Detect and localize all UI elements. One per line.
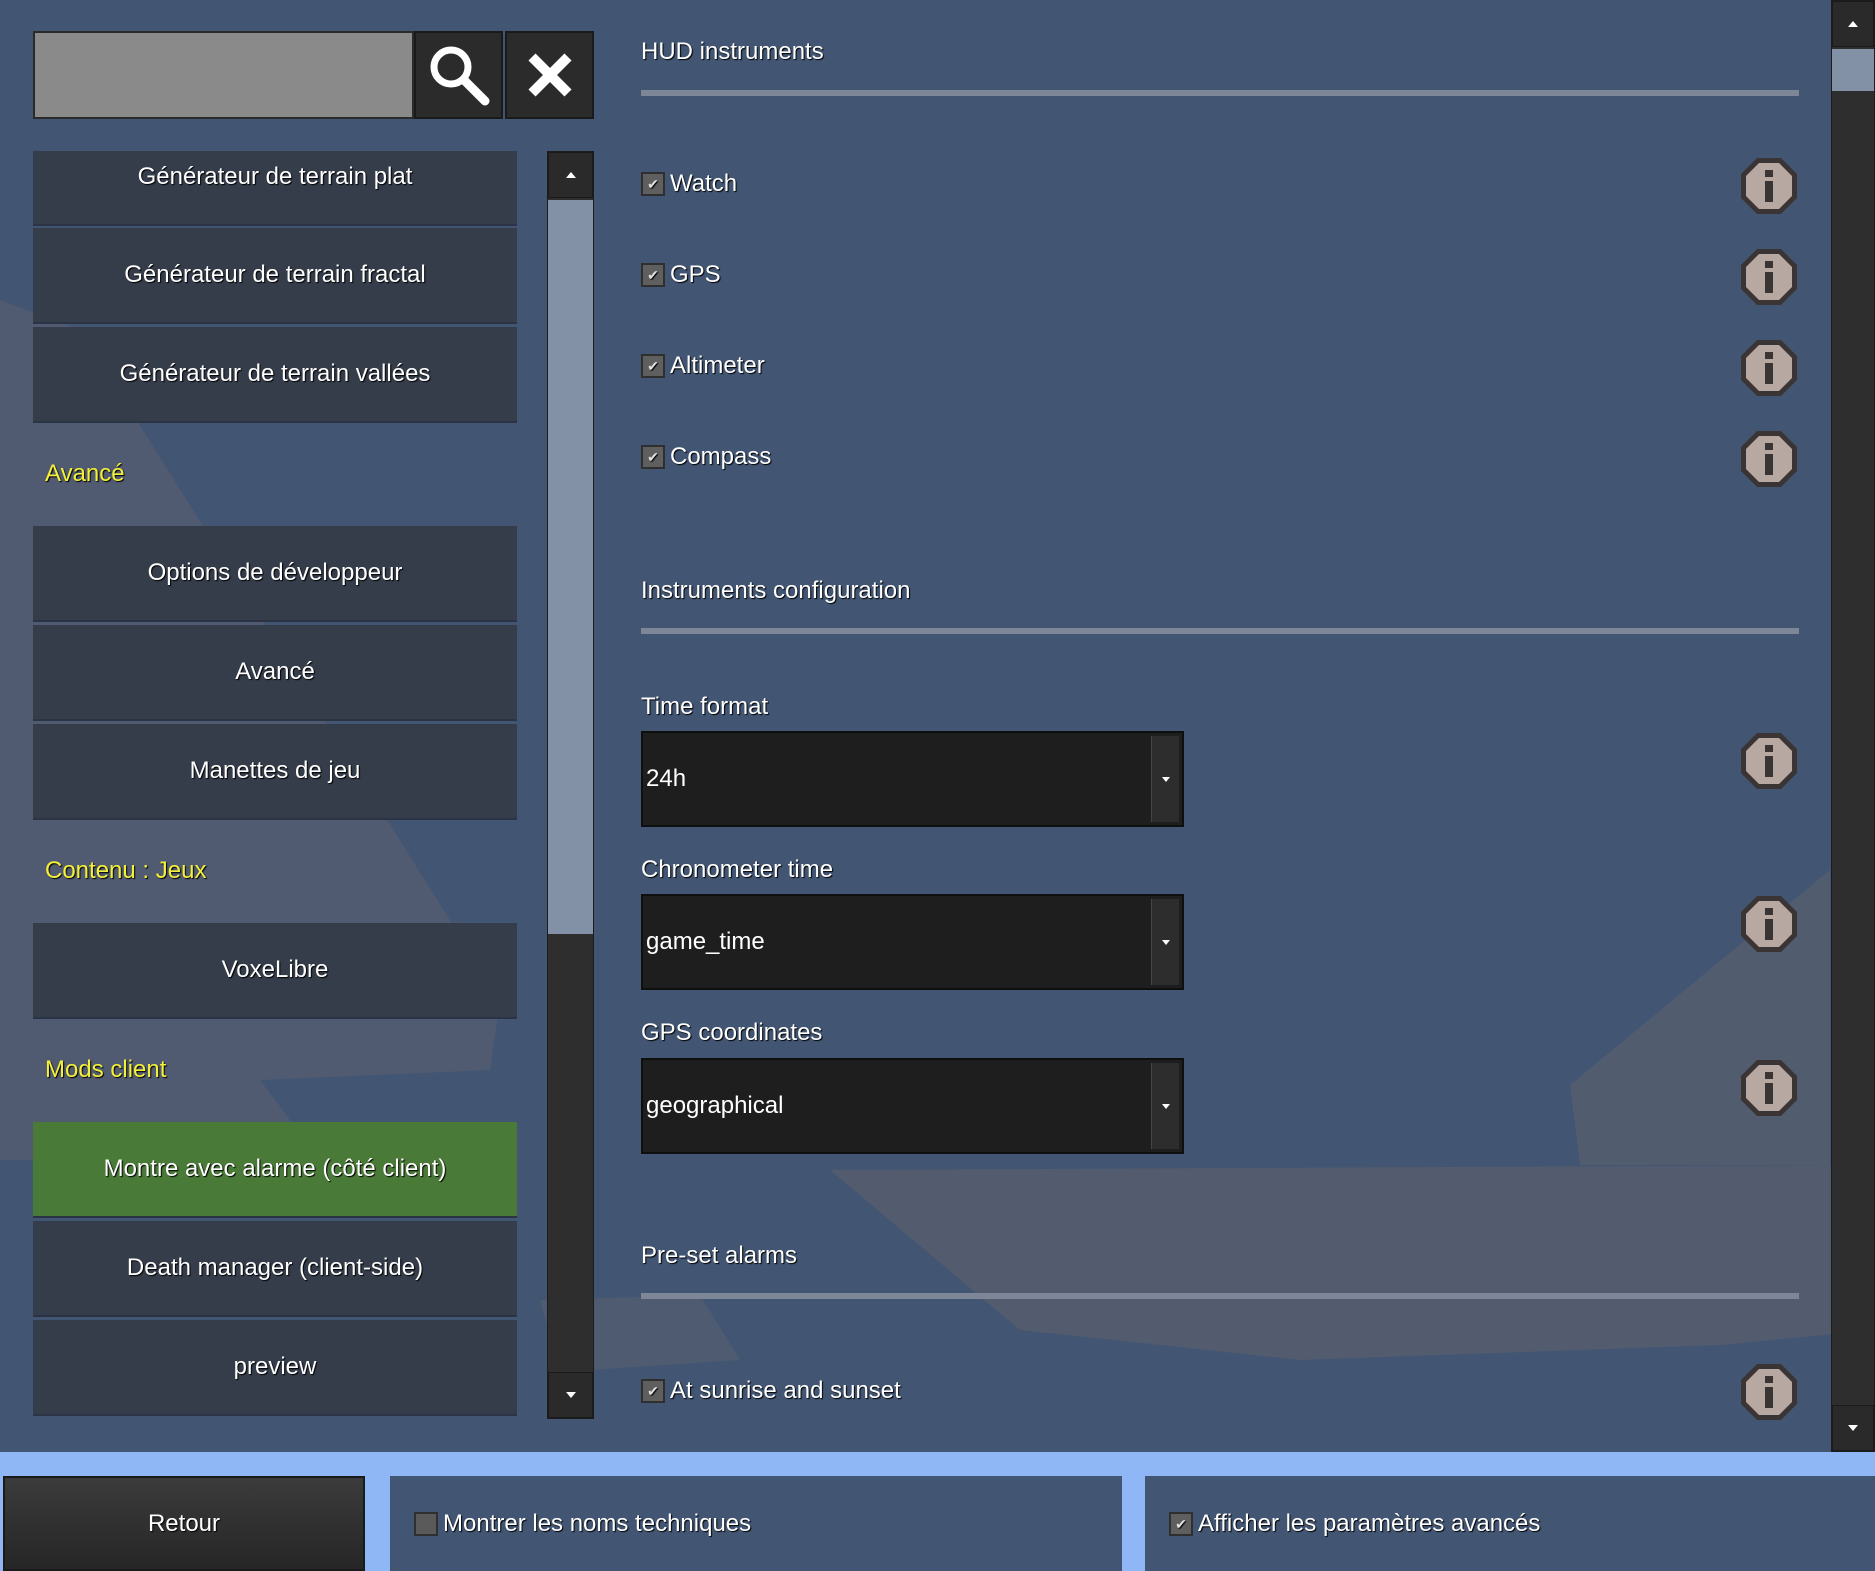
info-icon	[1741, 431, 1797, 487]
section-title-hud: HUD instruments	[641, 38, 824, 65]
sidebar-item-developer-options[interactable]: Options de développeur	[33, 526, 517, 622]
setting-label: Watch	[670, 170, 738, 197]
section-heading-advanced: Avancé	[45, 460, 125, 487]
chevron-up-icon	[1848, 21, 1858, 27]
chronometer-time-select[interactable]: game_time	[641, 894, 1184, 990]
setting-compass[interactable]: ✔ Compass	[641, 443, 771, 471]
technical-names-toggle[interactable]: Montrer les noms techniques	[390, 1476, 1122, 1571]
sidebar-item-alarm-watch[interactable]: Montre avec alarme (côté client)	[33, 1122, 517, 1218]
search-button[interactable]	[414, 31, 503, 119]
toggle-label: Afficher les paramètres avancés	[1198, 1509, 1541, 1537]
gps-checkbox[interactable]: ✔	[641, 263, 665, 287]
info-icon	[1741, 896, 1797, 952]
altimeter-checkbox[interactable]: ✔	[641, 354, 665, 378]
chevron-down-icon	[1151, 736, 1179, 822]
select-value: geographical	[646, 1092, 784, 1119]
info-icon	[1741, 1060, 1797, 1116]
sidebar-item-death-manager[interactable]: Death manager (client-side)	[33, 1221, 517, 1317]
sidebar-item-label: Death manager (client-side)	[126, 1254, 424, 1281]
setting-gps[interactable]: ✔ GPS	[641, 261, 721, 289]
sidebar-item-label: Avancé	[235, 658, 315, 685]
sidebar-item-label: Générateur de terrain plat	[137, 163, 413, 190]
setting-label: Altimeter	[670, 352, 765, 379]
info-button-watch[interactable]	[1739, 156, 1799, 216]
setting-sunrise-sunset[interactable]: ✔ At sunrise and sunset	[641, 1377, 901, 1405]
toggle-label: Montrer les noms techniques	[443, 1509, 752, 1537]
gps-coordinates-label: GPS coordinates	[641, 1019, 823, 1046]
sidebar-item-flat-terrain[interactable]: Générateur de terrain plat	[33, 151, 517, 226]
section-title-instruments-config: Instruments configuration	[641, 577, 911, 604]
info-button-sunrise-sunset[interactable]	[1739, 1362, 1799, 1422]
scroll-down-button[interactable]	[548, 1372, 593, 1418]
scroll-up-button[interactable]	[1832, 1, 1874, 47]
sidebar-item-preview[interactable]: preview	[33, 1320, 517, 1416]
info-button-gps[interactable]	[1739, 247, 1799, 307]
setting-label: At sunrise and sunset	[670, 1377, 901, 1404]
info-button-gps-coordinates[interactable]	[1739, 1058, 1799, 1118]
watch-checkbox[interactable]: ✔	[641, 172, 665, 196]
section-divider	[641, 628, 1799, 634]
setting-watch[interactable]: ✔ Watch	[641, 170, 737, 198]
info-button-compass[interactable]	[1739, 429, 1799, 489]
sidebar-scrollbar[interactable]	[547, 151, 594, 1419]
info-button-time-format[interactable]	[1739, 731, 1799, 791]
setting-label: GPS	[670, 261, 721, 288]
search-input[interactable]	[33, 31, 414, 119]
section-title-preset-alarms: Pre-set alarms	[641, 1242, 798, 1269]
chevron-down-icon	[1151, 1063, 1179, 1149]
technical-names-checkbox[interactable]	[414, 1511, 438, 1536]
clear-search-button[interactable]	[505, 31, 594, 119]
section-divider	[641, 1293, 1799, 1299]
magnifier-icon	[430, 46, 489, 106]
chevron-down-icon	[1848, 1425, 1858, 1431]
settings-window: Générateur de terrain plat Générateur de…	[0, 0, 1875, 1452]
sidebar-item-voxelibre[interactable]: VoxeLibre	[33, 923, 517, 1019]
setting-label: Compass	[670, 443, 772, 470]
sidebar-item-valleys-terrain[interactable]: Générateur de terrain vallées	[33, 327, 517, 423]
sidebar-item-label: Options de développeur	[147, 559, 403, 586]
sidebar-item-gamepads[interactable]: Manettes de jeu	[33, 724, 517, 820]
info-icon	[1741, 249, 1797, 305]
info-icon	[1741, 340, 1797, 396]
info-icon	[1741, 158, 1797, 214]
sidebar-item-label: preview	[233, 1353, 317, 1380]
chronometer-time-label: Chronometer time	[641, 856, 834, 883]
section-heading-client-mods: Mods client	[45, 1056, 167, 1083]
section-heading-games: Contenu : Jeux	[45, 857, 207, 884]
sidebar-item-label: Générateur de terrain vallées	[119, 360, 431, 387]
sidebar-item-label: VoxeLibre	[221, 956, 329, 983]
chevron-down-icon	[565, 1392, 576, 1398]
info-icon	[1741, 733, 1797, 789]
close-icon	[527, 53, 572, 97]
chevron-down-icon	[1151, 899, 1179, 985]
scroll-up-button[interactable]	[548, 152, 593, 198]
scrollbar-thumb[interactable]	[1832, 49, 1874, 91]
gps-coordinates-select[interactable]: geographical	[641, 1058, 1184, 1154]
sidebar-item-label: Générateur de terrain fractal	[124, 261, 426, 288]
time-format-label: Time format	[641, 693, 769, 720]
sunrise-sunset-checkbox[interactable]: ✔	[641, 1379, 665, 1403]
advanced-settings-checkbox[interactable]: ✔	[1169, 1511, 1193, 1536]
sidebar-item-label: Montre avec alarme (côté client)	[103, 1155, 447, 1182]
sidebar-item-advanced[interactable]: Avancé	[33, 625, 517, 721]
select-value: game_time	[646, 928, 765, 955]
scroll-down-button[interactable]	[1832, 1405, 1874, 1451]
settings-scrollbar[interactable]	[1831, 0, 1875, 1452]
sidebar-item-fractal-terrain[interactable]: Générateur de terrain fractal	[33, 228, 517, 324]
compass-checkbox[interactable]: ✔	[641, 445, 665, 469]
advanced-settings-toggle[interactable]: ✔ Afficher les paramètres avancés	[1145, 1476, 1875, 1571]
chevron-up-icon	[565, 172, 576, 178]
scrollbar-thumb[interactable]	[548, 200, 593, 934]
back-button-label: Retour	[147, 1509, 221, 1537]
sidebar-item-label: Manettes de jeu	[189, 757, 361, 784]
time-format-select[interactable]: 24h	[641, 731, 1184, 827]
info-icon	[1741, 1364, 1797, 1420]
info-button-chronometer[interactable]	[1739, 894, 1799, 954]
select-value: 24h	[646, 765, 687, 792]
back-button[interactable]: Retour	[3, 1476, 365, 1571]
section-divider	[641, 90, 1799, 96]
info-button-altimeter[interactable]	[1739, 338, 1799, 398]
setting-altimeter[interactable]: ✔ Altimeter	[641, 352, 765, 380]
